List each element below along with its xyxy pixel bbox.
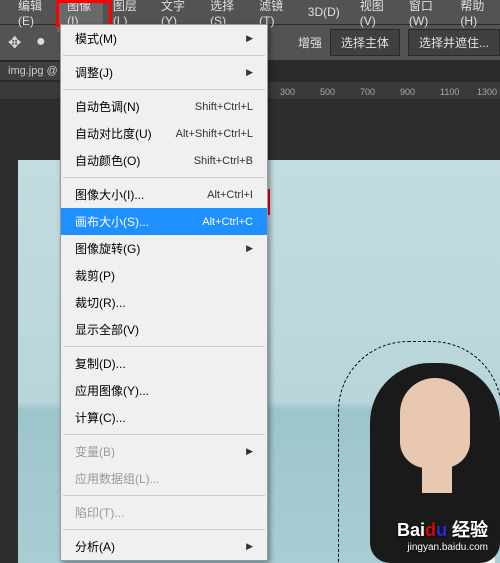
chevron-right-icon: ▶ <box>246 67 253 78</box>
menu-item-label: 自动对比度(U) <box>75 125 152 142</box>
menu-item-label: 应用图像(Y)... <box>75 382 149 399</box>
tool-icon[interactable]: ✥ <box>8 33 28 53</box>
enhance-label: 增强 <box>298 34 322 51</box>
brush-preset-icon[interactable]: ● <box>36 33 56 53</box>
menu-separator <box>63 55 265 56</box>
menu-item[interactable]: 模式(M) ▶ <box>61 25 267 52</box>
file-tab[interactable]: img.jpg @ <box>0 62 67 80</box>
watermark: Baidu 经验 jingyan.baidu.com <box>397 516 488 553</box>
menu-item-label: 陷印(T)... <box>75 504 124 521</box>
menu-item-label: 变量(B) <box>75 443 115 460</box>
menu-item[interactable]: 自动对比度(U) Alt+Shift+Ctrl+L <box>61 120 267 147</box>
menu-edit[interactable]: 编辑(E) <box>8 0 57 32</box>
menu-item[interactable]: 自动颜色(O) Shift+Ctrl+B <box>61 147 267 174</box>
main-menubar: 编辑(E) 图像(I) 图层(L) 文字(Y) 选择(S) 滤镜(T) 3D(D… <box>0 0 500 24</box>
menu-item-label: 应用数据组(L)... <box>75 470 160 487</box>
menu-item[interactable]: 显示全部(V) <box>61 316 267 343</box>
ruler-mark: 1100 <box>440 87 459 97</box>
menu-item-label: 模式(M) <box>75 30 117 47</box>
watermark-logo: Baidu 经验 <box>397 516 488 542</box>
menu-separator <box>63 495 265 496</box>
menu-item[interactable]: 裁剪(P) <box>61 262 267 289</box>
menu-item-label: 裁切(R)... <box>75 294 126 311</box>
menu-item-label: 分析(A) <box>75 538 115 555</box>
ruler-mark: 300 <box>280 87 295 97</box>
menu-item: 变量(B) ▶ <box>61 438 267 465</box>
ruler-mark: 500 <box>320 87 335 97</box>
menu-item[interactable]: 自动色调(N) Shift+Ctrl+L <box>61 93 267 120</box>
menu-separator <box>63 529 265 530</box>
menu-item-label: 图像旋转(G) <box>75 240 140 257</box>
menu-separator <box>63 346 265 347</box>
menu-item-label: 计算(C)... <box>75 409 126 426</box>
menu-shortcut: Shift+Ctrl+B <box>194 155 253 167</box>
chevron-right-icon: ▶ <box>246 243 253 254</box>
menu-item[interactable]: 裁切(R)... <box>61 289 267 316</box>
watermark-url: jingyan.baidu.com <box>397 542 488 553</box>
image-menu-dropdown: 模式(M) ▶ 调整(J) ▶ 自动色调(N) Shift+Ctrl+L 自动对比度(U) A… <box>60 24 268 561</box>
chevron-right-icon: ▶ <box>246 541 253 552</box>
menu-item[interactable]: 图像旋转(G) ▶ <box>61 235 267 262</box>
ruler-mark: 1300 <box>477 87 497 97</box>
menu-item[interactable]: 画布大小(S)... Alt+Ctrl+C <box>61 208 267 235</box>
menu-separator <box>63 89 265 90</box>
menu-separator <box>63 177 265 178</box>
menu-item-label: 调整(J) <box>75 64 113 81</box>
select-subject-button[interactable]: 选择主体 <box>330 29 400 56</box>
menu-item: 陷印(T)... <box>61 499 267 526</box>
menu-window[interactable]: 窗口(W) <box>399 0 451 32</box>
menu-shortcut: Shift+Ctrl+L <box>195 101 253 113</box>
menu-item[interactable]: 应用图像(Y)... <box>61 377 267 404</box>
menu-item-label: 复制(D)... <box>75 355 126 372</box>
menu-item[interactable]: 图像大小(I)... Alt+Ctrl+I <box>61 181 267 208</box>
menu-item-label: 画布大小(S)... <box>75 213 149 230</box>
menu-item[interactable]: 计算(C)... <box>61 404 267 431</box>
ruler-mark: 900 <box>400 87 415 97</box>
menu-separator <box>63 434 265 435</box>
menu-3d[interactable]: 3D(D) <box>298 1 350 23</box>
menu-item-label: 显示全部(V) <box>75 321 139 338</box>
menu-view[interactable]: 视图(V) <box>350 0 399 32</box>
select-and-mask-button[interactable]: 选择并遮住... <box>408 29 500 56</box>
chevron-right-icon: ▶ <box>246 33 253 44</box>
menu-item-label: 自动颜色(O) <box>75 152 140 169</box>
menu-shortcut: Alt+Shift+Ctrl+L <box>176 128 253 140</box>
menu-item[interactable]: 分析(A) ▶ <box>61 533 267 560</box>
menu-help[interactable]: 帮助(H) <box>450 0 500 32</box>
menu-item: 应用数据组(L)... <box>61 465 267 492</box>
menu-item[interactable]: 复制(D)... <box>61 350 267 377</box>
chevron-right-icon: ▶ <box>246 446 253 457</box>
menu-item-label: 裁剪(P) <box>75 267 115 284</box>
menu-item[interactable]: 调整(J) ▶ <box>61 59 267 86</box>
ruler-mark: 700 <box>360 87 375 97</box>
menu-shortcut: Alt+Ctrl+C <box>202 216 253 228</box>
menu-item-label: 自动色调(N) <box>75 98 140 115</box>
menu-item-label: 图像大小(I)... <box>75 186 144 203</box>
menu-shortcut: Alt+Ctrl+I <box>207 189 253 201</box>
